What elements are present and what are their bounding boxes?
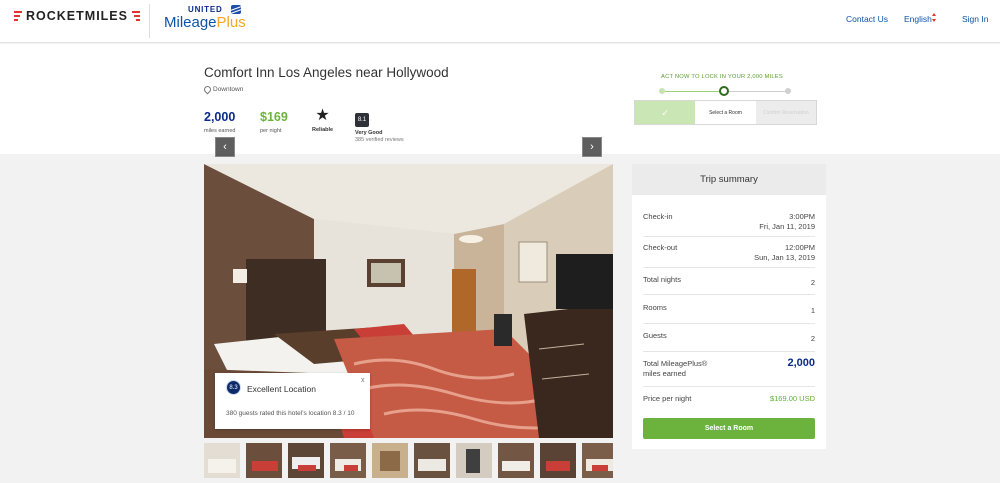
map-pin-icon bbox=[204, 86, 209, 93]
price-value: $169 bbox=[260, 110, 288, 124]
miles-earned-value: 2,000 bbox=[787, 357, 815, 369]
miles-earned-stat: 2,000 miles earned bbox=[204, 110, 236, 134]
language-selector[interactable]: English bbox=[904, 14, 932, 24]
miles-value: 2,000 bbox=[204, 110, 236, 124]
progress-step-dot-3 bbox=[785, 88, 791, 94]
total-nights-value: 2 bbox=[810, 278, 815, 287]
close-icon[interactable]: x bbox=[361, 377, 365, 384]
check-out-label: Check-out bbox=[643, 243, 678, 252]
price-per-night-label: Price per night bbox=[643, 394, 692, 403]
photo-thumbnail[interactable] bbox=[456, 443, 492, 478]
summary-row-price: Price per night $169.00 USD bbox=[643, 394, 815, 411]
united-mileageplus-logo: UNITED MileagePlus bbox=[164, 5, 254, 35]
hotel-name: Comfort Inn Los Angeles near Hollywood bbox=[204, 65, 449, 80]
check-in-label: Check-in bbox=[643, 212, 673, 221]
reliable-stat: ★ Reliable bbox=[312, 107, 334, 134]
trip-summary-panel: Trip summary Check-in 3:00PM Fri, Jan 11,… bbox=[632, 164, 826, 449]
price-stat: $169 per night bbox=[260, 110, 288, 134]
progress-steps: ✓ Select a Room Confirm Reservation bbox=[634, 100, 817, 125]
step-confirm-reservation: Confirm Reservation bbox=[755, 101, 816, 124]
photo-thumbnail[interactable] bbox=[246, 443, 282, 478]
sign-in-link[interactable]: Sign In bbox=[962, 14, 988, 24]
hotel-location: Downtown bbox=[204, 86, 243, 93]
step-select-room: Select a Room bbox=[695, 101, 756, 124]
language-toggle-icon[interactable] bbox=[932, 13, 937, 24]
photo-thumbnail[interactable] bbox=[288, 443, 324, 478]
rocket-lines-icon bbox=[14, 11, 22, 21]
contact-us-link[interactable]: Contact Us bbox=[846, 14, 888, 24]
next-photo-button[interactable]: › bbox=[582, 137, 602, 157]
united-wordmark: UNITED bbox=[188, 5, 223, 14]
miles-earned-label: Total MileagePlus® miles earned bbox=[643, 359, 708, 378]
hotel-info-band: Comfort Inn Los Angeles near Hollywood D… bbox=[0, 44, 1000, 154]
guest-rating-stat: 8.1 Very Good 385 verified reviews bbox=[355, 108, 404, 143]
location-score-card: 8.3 Excellent Location x 380 guests rate… bbox=[215, 373, 370, 429]
reliable-label: Reliable bbox=[312, 127, 334, 133]
progress-step-dot-1 bbox=[659, 88, 665, 94]
trip-summary-title: Trip summary bbox=[632, 164, 826, 195]
check-out-value: 12:00PM Sun, Jan 13, 2019 bbox=[754, 243, 815, 262]
rocketmiles-logo[interactable]: ROCKETMILES bbox=[14, 9, 140, 23]
photo-thumbnail[interactable] bbox=[204, 443, 240, 478]
location-score-description: 380 guests rated this hotel's location 8… bbox=[226, 410, 355, 417]
united-globe-icon bbox=[231, 5, 241, 14]
brand-name: ROCKETMILES bbox=[26, 9, 128, 23]
review-count[interactable]: 385 verified reviews bbox=[355, 137, 404, 143]
guests-label: Guests bbox=[643, 331, 667, 340]
photo-thumbnail[interactable] bbox=[540, 443, 576, 478]
summary-row-check-out: Check-out 12:00PM Sun, Jan 13, 2019 bbox=[643, 243, 815, 268]
select-room-button[interactable]: Select a Room bbox=[643, 418, 815, 439]
location-text: Downtown bbox=[213, 86, 244, 93]
star-icon: ★ bbox=[315, 107, 330, 124]
total-nights-label: Total nights bbox=[643, 275, 681, 284]
check-in-value: 3:00PM Fri, Jan 11, 2019 bbox=[759, 212, 815, 231]
miles-label: miles earned bbox=[204, 128, 236, 134]
summary-row-miles: Total MileagePlus® miles earned 2,000 bbox=[643, 357, 815, 387]
location-score-badge: 8.3 bbox=[226, 380, 241, 395]
photo-thumbnail[interactable] bbox=[330, 443, 366, 478]
progress-step-dot-2 bbox=[719, 86, 729, 96]
header-divider bbox=[149, 4, 150, 38]
previous-photo-button[interactable]: ‹ bbox=[215, 137, 235, 157]
progress-headline: ACT NOW TO LOCK IN YOUR 2,000 MILES bbox=[661, 74, 783, 80]
price-label: per night bbox=[260, 128, 282, 134]
photo-thumbnail-strip bbox=[204, 443, 613, 478]
rating-badge: 8.1 bbox=[355, 113, 369, 127]
rocket-lines-icon bbox=[131, 11, 140, 21]
summary-row-total-nights: Total nights 2 bbox=[643, 275, 815, 295]
photo-thumbnail[interactable] bbox=[372, 443, 408, 478]
rooms-value: 1 bbox=[810, 306, 815, 315]
price-per-night-value: $169.00 USD bbox=[769, 394, 815, 403]
location-score-title: Excellent Location bbox=[247, 384, 316, 394]
photo-thumbnail[interactable] bbox=[498, 443, 534, 478]
mileageplus-wordmark: MileagePlus bbox=[164, 14, 246, 31]
rating-word: Very Good bbox=[355, 130, 383, 136]
photo-thumbnail[interactable] bbox=[414, 443, 450, 478]
summary-row-check-in: Check-in 3:00PM Fri, Jan 11, 2019 bbox=[643, 212, 815, 237]
step-completed: ✓ bbox=[635, 101, 696, 124]
rooms-label: Rooms bbox=[643, 303, 667, 312]
guests-value: 2 bbox=[810, 334, 815, 343]
top-header: ROCKETMILES UNITED MileagePlus Contact U… bbox=[0, 0, 1000, 43]
photo-thumbnail[interactable] bbox=[582, 443, 613, 478]
summary-row-rooms: Rooms 1 bbox=[643, 303, 815, 324]
summary-row-guests: Guests 2 bbox=[643, 331, 815, 352]
